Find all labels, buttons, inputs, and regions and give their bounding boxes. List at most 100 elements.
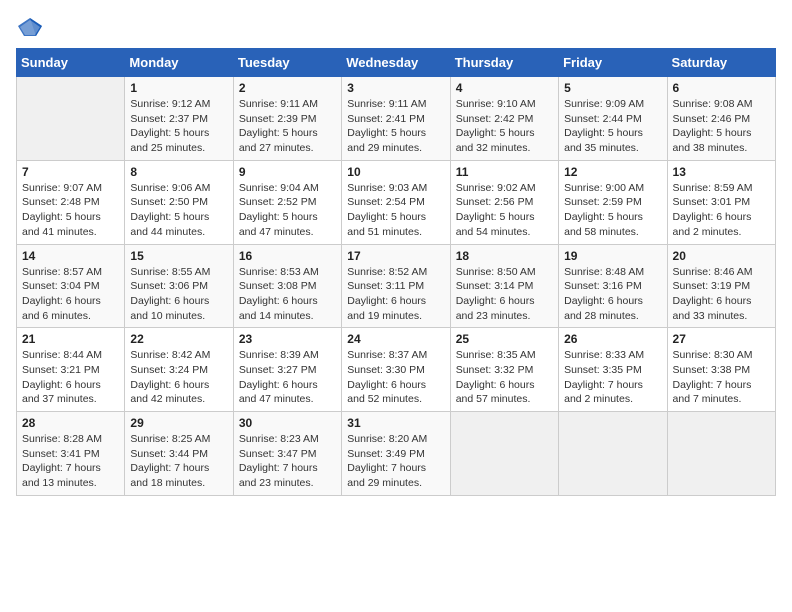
calendar-cell [17, 77, 125, 161]
calendar-cell: 13 Sunrise: 8:59 AMSunset: 3:01 PMDayligh… [667, 160, 775, 244]
day-number: 12 [564, 165, 661, 179]
day-info: Sunrise: 8:50 AMSunset: 3:14 PMDaylight:… [456, 265, 553, 324]
weekday-header-cell: Thursday [450, 49, 558, 77]
day-info: Sunrise: 9:02 AMSunset: 2:56 PMDaylight:… [456, 181, 553, 240]
day-number: 30 [239, 416, 336, 430]
day-info: Sunrise: 8:53 AMSunset: 3:08 PMDaylight:… [239, 265, 336, 324]
day-number: 25 [456, 332, 553, 346]
day-number: 9 [239, 165, 336, 179]
logo [16, 16, 48, 38]
day-info: Sunrise: 9:11 AMSunset: 2:39 PMDaylight:… [239, 97, 336, 156]
calendar-week-row: 1 Sunrise: 9:12 AMSunset: 2:37 PMDaylight… [17, 77, 776, 161]
calendar-cell: 16Sunrise: 8:53 AMSunset: 3:08 PMDayligh… [233, 244, 341, 328]
calendar-cell: 30 Sunrise: 8:23 AMSunset: 3:47 PMDayligh… [233, 412, 341, 496]
calendar-cell: 11 Sunrise: 9:02 AMSunset: 2:56 PMDayligh… [450, 160, 558, 244]
logo-icon [16, 16, 44, 38]
day-info: Sunrise: 8:39 AMSunset: 3:27 PMDaylight:… [239, 348, 336, 407]
day-number: 3 [347, 81, 444, 95]
weekday-header-cell: Friday [559, 49, 667, 77]
day-info: Sunrise: 8:37 AMSunset: 3:30 PMDaylight:… [347, 348, 444, 407]
day-info: Sunrise: 9:04 AMSunset: 2:52 PMDaylight:… [239, 181, 336, 240]
day-number: 19 [564, 249, 661, 263]
calendar-cell: 20Sunrise: 8:46 AMSunset: 3:19 PMDayligh… [667, 244, 775, 328]
day-info: Sunrise: 9:07 AMSunset: 2:48 PMDaylight:… [22, 181, 119, 240]
calendar-week-row: 21 Sunrise: 8:44 AMSunset: 3:21 PMDayligh… [17, 328, 776, 412]
calendar-cell: 31Sunrise: 8:20 AMSunset: 3:49 PMDayligh… [342, 412, 450, 496]
day-number: 24 [347, 332, 444, 346]
calendar-cell: 12Sunrise: 9:00 AMSunset: 2:59 PMDayligh… [559, 160, 667, 244]
calendar-cell: 3 Sunrise: 9:11 AMSunset: 2:41 PMDaylight… [342, 77, 450, 161]
day-info: Sunrise: 9:09 AMSunset: 2:44 PMDaylight:… [564, 97, 661, 156]
day-info: Sunrise: 9:12 AMSunset: 2:37 PMDaylight:… [130, 97, 227, 156]
weekday-header-cell: Tuesday [233, 49, 341, 77]
header [16, 16, 776, 38]
day-info: Sunrise: 8:44 AMSunset: 3:21 PMDaylight:… [22, 348, 119, 407]
day-info: Sunrise: 8:23 AMSunset: 3:47 PMDaylight:… [239, 432, 336, 491]
day-info: Sunrise: 9:11 AMSunset: 2:41 PMDaylight:… [347, 97, 444, 156]
day-info: Sunrise: 8:59 AMSunset: 3:01 PMDaylight:… [673, 181, 770, 240]
calendar-week-row: 7 Sunrise: 9:07 AMSunset: 2:48 PMDaylight… [17, 160, 776, 244]
calendar-cell: 1 Sunrise: 9:12 AMSunset: 2:37 PMDaylight… [125, 77, 233, 161]
calendar-cell: 4 Sunrise: 9:10 AMSunset: 2:42 PMDaylight… [450, 77, 558, 161]
calendar-cell: 22Sunrise: 8:42 AMSunset: 3:24 PMDayligh… [125, 328, 233, 412]
calendar-cell: 9 Sunrise: 9:04 AMSunset: 2:52 PMDaylight… [233, 160, 341, 244]
day-number: 13 [673, 165, 770, 179]
day-info: Sunrise: 9:08 AMSunset: 2:46 PMDaylight:… [673, 97, 770, 156]
day-number: 5 [564, 81, 661, 95]
calendar-cell: 7 Sunrise: 9:07 AMSunset: 2:48 PMDaylight… [17, 160, 125, 244]
calendar-cell [559, 412, 667, 496]
day-number: 15 [130, 249, 227, 263]
day-number: 6 [673, 81, 770, 95]
day-info: Sunrise: 8:57 AMSunset: 3:04 PMDaylight:… [22, 265, 119, 324]
day-info: Sunrise: 9:10 AMSunset: 2:42 PMDaylight:… [456, 97, 553, 156]
calendar-table: SundayMondayTuesdayWednesdayThursdayFrid… [16, 48, 776, 496]
calendar-cell: 28 Sunrise: 8:28 AMSunset: 3:41 PMDayligh… [17, 412, 125, 496]
day-info: Sunrise: 8:33 AMSunset: 3:35 PMDaylight:… [564, 348, 661, 407]
calendar-cell: 14 Sunrise: 8:57 AMSunset: 3:04 PMDayligh… [17, 244, 125, 328]
day-number: 17 [347, 249, 444, 263]
weekday-header-row: SundayMondayTuesdayWednesdayThursdayFrid… [17, 49, 776, 77]
day-number: 11 [456, 165, 553, 179]
weekday-header-cell: Sunday [17, 49, 125, 77]
calendar-cell: 23 Sunrise: 8:39 AMSunset: 3:27 PMDayligh… [233, 328, 341, 412]
day-number: 14 [22, 249, 119, 263]
day-number: 4 [456, 81, 553, 95]
calendar-cell: 18 Sunrise: 8:50 AMSunset: 3:14 PMDayligh… [450, 244, 558, 328]
calendar-cell [450, 412, 558, 496]
calendar-week-row: 14 Sunrise: 8:57 AMSunset: 3:04 PMDayligh… [17, 244, 776, 328]
day-number: 20 [673, 249, 770, 263]
calendar-cell: 24 Sunrise: 8:37 AMSunset: 3:30 PMDayligh… [342, 328, 450, 412]
day-info: Sunrise: 8:42 AMSunset: 3:24 PMDaylight:… [130, 348, 227, 407]
day-number: 7 [22, 165, 119, 179]
calendar-cell: 2Sunrise: 9:11 AMSunset: 2:39 PMDaylight… [233, 77, 341, 161]
day-number: 28 [22, 416, 119, 430]
day-info: Sunrise: 8:28 AMSunset: 3:41 PMDaylight:… [22, 432, 119, 491]
calendar-cell: 29Sunrise: 8:25 AMSunset: 3:44 PMDayligh… [125, 412, 233, 496]
calendar-cell: 27 Sunrise: 8:30 AMSunset: 3:38 PMDayligh… [667, 328, 775, 412]
day-number: 8 [130, 165, 227, 179]
calendar-cell [667, 412, 775, 496]
day-info: Sunrise: 8:48 AMSunset: 3:16 PMDaylight:… [564, 265, 661, 324]
day-info: Sunrise: 8:55 AMSunset: 3:06 PMDaylight:… [130, 265, 227, 324]
day-number: 1 [130, 81, 227, 95]
day-info: Sunrise: 9:03 AMSunset: 2:54 PMDaylight:… [347, 181, 444, 240]
day-number: 23 [239, 332, 336, 346]
day-number: 18 [456, 249, 553, 263]
calendar-cell: 15 Sunrise: 8:55 AMSunset: 3:06 PMDayligh… [125, 244, 233, 328]
day-info: Sunrise: 8:30 AMSunset: 3:38 PMDaylight:… [673, 348, 770, 407]
day-number: 26 [564, 332, 661, 346]
calendar-body: 1 Sunrise: 9:12 AMSunset: 2:37 PMDaylight… [17, 77, 776, 496]
day-number: 27 [673, 332, 770, 346]
calendar-week-row: 28 Sunrise: 8:28 AMSunset: 3:41 PMDayligh… [17, 412, 776, 496]
calendar-cell: 21 Sunrise: 8:44 AMSunset: 3:21 PMDayligh… [17, 328, 125, 412]
day-number: 10 [347, 165, 444, 179]
calendar-cell: 19 Sunrise: 8:48 AMSunset: 3:16 PMDayligh… [559, 244, 667, 328]
calendar-cell: 8 Sunrise: 9:06 AMSunset: 2:50 PMDaylight… [125, 160, 233, 244]
day-number: 21 [22, 332, 119, 346]
calendar-cell: 17Sunrise: 8:52 AMSunset: 3:11 PMDayligh… [342, 244, 450, 328]
day-info: Sunrise: 8:35 AMSunset: 3:32 PMDaylight:… [456, 348, 553, 407]
weekday-header-cell: Wednesday [342, 49, 450, 77]
day-number: 29 [130, 416, 227, 430]
day-info: Sunrise: 9:06 AMSunset: 2:50 PMDaylight:… [130, 181, 227, 240]
day-number: 31 [347, 416, 444, 430]
